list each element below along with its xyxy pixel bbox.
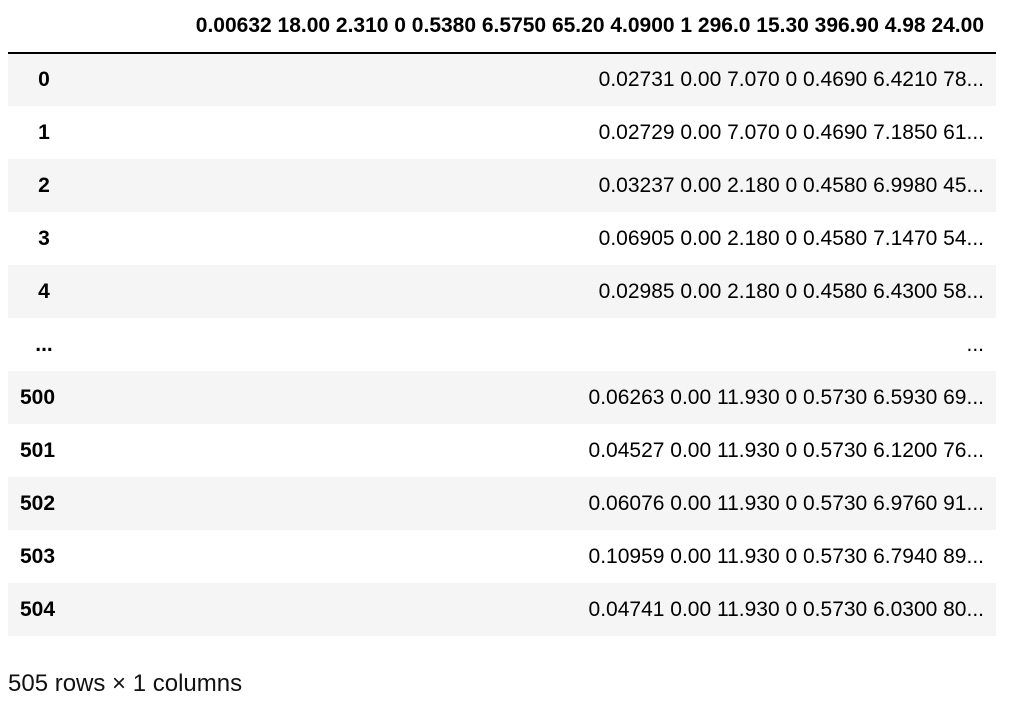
table-row: 1 0.02729 0.00 7.070 0 0.4690 7.1850 61..… [8, 106, 996, 159]
header-row: 0.00632 18.00 2.310 0 0.5380 6.5750 65.2… [8, 0, 996, 54]
table-row: 0 0.02731 0.00 7.070 0 0.4690 6.4210 78..… [8, 53, 996, 106]
row-value-cell: 0.06076 0.00 11.930 0 0.5730 6.9760 91..… [588, 491, 984, 515]
table-row: 503 0.10959 0.00 11.930 0 0.5730 6.7940 8… [8, 530, 996, 583]
row-index-cell: 1 [38, 120, 50, 144]
table-row: 3 0.06905 0.00 2.180 0 0.4580 7.1470 54..… [8, 212, 996, 265]
table-row: 2 0.03237 0.00 2.180 0 0.4580 6.9980 45..… [8, 159, 996, 212]
dataframe-table: 0.00632 18.00 2.310 0 0.5380 6.5750 65.2… [8, 0, 996, 636]
table-row: 4 0.02985 0.00 2.180 0 0.4580 6.4300 58..… [8, 265, 996, 318]
index-header-cell [8, 0, 80, 54]
table-header: 0.00632 18.00 2.310 0 0.5380 6.5750 65.2… [8, 0, 996, 54]
row-index-cell: 500 [20, 385, 56, 409]
table-row: 500 0.06263 0.00 11.930 0 0.5730 6.5930 6… [8, 371, 996, 424]
row-value-cell: 0.04741 0.00 11.930 0 0.5730 6.0300 80..… [588, 597, 984, 621]
row-index-cell: 504 [20, 597, 56, 621]
notebook-output: 0.00632 18.00 2.310 0 0.5380 6.5750 65.2… [0, 0, 1012, 718]
row-value-cell: 0.10959 0.00 11.930 0 0.5730 6.7940 89..… [588, 544, 984, 568]
row-value-cell: 0.06263 0.00 11.930 0 0.5730 6.5930 69..… [588, 385, 984, 409]
row-value-cell: 0.03237 0.00 2.180 0 0.4580 6.9980 45... [598, 173, 984, 197]
row-index-cell: 3 [38, 226, 50, 250]
row-index-cell: 4 [38, 279, 50, 303]
table-row: 501 0.04527 0.00 11.930 0 0.5730 6.1200 7… [8, 424, 996, 477]
table-row: 504 0.04741 0.00 11.930 0 0.5730 6.0300 8… [8, 583, 996, 636]
row-index-cell: 502 [20, 491, 56, 515]
row-index-cell: 503 [20, 544, 56, 568]
row-index-cell: 2 [38, 173, 50, 197]
row-index-cell: 501 [20, 438, 56, 462]
row-value-cell: ... [966, 332, 984, 356]
row-value-cell: 0.06905 0.00 2.180 0 0.4580 7.1470 54... [598, 226, 984, 250]
row-value-cell: 0.02731 0.00 7.070 0 0.4690 6.4210 78... [598, 68, 984, 91]
column-header-cell: 0.00632 18.00 2.310 0 0.5380 6.5750 65.2… [80, 0, 996, 54]
table-row: 502 0.06076 0.00 11.930 0 0.5730 6.9760 9… [8, 477, 996, 530]
row-value-cell: 0.02729 0.00 7.070 0 0.4690 7.1850 61... [598, 120, 984, 144]
table-row: ...... [8, 318, 996, 371]
table-body: 0 0.02731 0.00 7.070 0 0.4690 6.4210 78..… [8, 53, 996, 636]
row-value-cell: 0.04527 0.00 11.930 0 0.5730 6.1200 76..… [588, 438, 984, 462]
row-index-cell: 0 [38, 68, 50, 91]
shape-caption: 505 rows × 1 columns [8, 670, 243, 697]
row-value-cell: 0.02985 0.00 2.180 0 0.4580 6.4300 58... [598, 279, 984, 303]
row-index-cell: ... [35, 332, 53, 356]
